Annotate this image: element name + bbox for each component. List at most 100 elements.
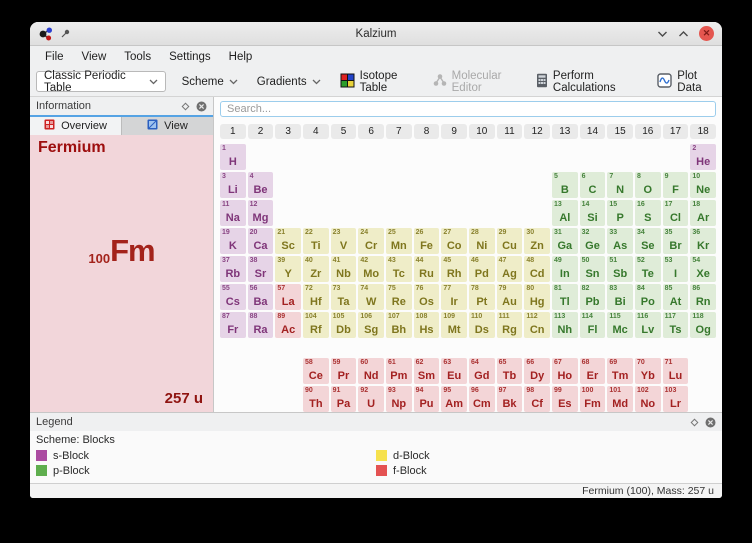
element-No[interactable]: 102No [635,386,661,412]
element-Ne[interactable]: 10Ne [690,172,716,198]
element-Ba[interactable]: 56Ba [248,284,274,310]
element-Al[interactable]: 13Al [552,200,578,226]
element-H[interactable]: 1H [220,144,246,170]
element-Cf[interactable]: 98Cf [524,386,550,412]
element-Hf[interactable]: 72Hf [303,284,329,310]
element-Ga[interactable]: 31Ga [552,228,578,254]
element-Cn[interactable]: 112Cn [524,312,550,338]
element-Rg[interactable]: 111Rg [497,312,523,338]
element-Ac[interactable]: 89Ac [275,312,301,338]
menu-settings[interactable]: Settings [160,49,220,65]
element-He[interactable]: 2He [690,144,716,170]
element-Kr[interactable]: 36Kr [690,228,716,254]
element-Sc[interactable]: 21Sc [275,228,301,254]
menu-help[interactable]: Help [220,49,262,65]
element-Ag[interactable]: 47Ag [497,256,523,282]
element-Au[interactable]: 79Au [497,284,523,310]
element-Mc[interactable]: 115Mc [607,312,633,338]
element-Tb[interactable]: 65Tb [497,358,523,384]
element-Cs[interactable]: 55Cs [220,284,246,310]
element-Ho[interactable]: 67Ho [552,358,578,384]
element-Lr[interactable]: 103Lr [663,386,689,412]
element-Ru[interactable]: 44Ru [414,256,440,282]
element-B[interactable]: 5B [552,172,578,198]
element-Ce[interactable]: 58Ce [303,358,329,384]
element-Am[interactable]: 95Am [441,386,467,412]
element-Nh[interactable]: 113Nh [552,312,578,338]
element-Md[interactable]: 101Md [607,386,633,412]
element-S[interactable]: 16S [635,200,661,226]
element-Pm[interactable]: 61Pm [386,358,412,384]
element-Ge[interactable]: 32Ge [580,228,606,254]
table-type-select[interactable]: Classic Periodic Table [36,71,166,92]
element-Fl[interactable]: 114Fl [580,312,606,338]
element-Pd[interactable]: 46Pd [469,256,495,282]
element-In[interactable]: 49In [552,256,578,282]
pin-icon[interactable] [60,28,71,39]
element-Sg[interactable]: 106Sg [358,312,384,338]
float-panel-icon[interactable] [690,418,699,427]
scheme-dropdown[interactable]: Scheme [179,74,241,90]
element-Rn[interactable]: 86Rn [690,284,716,310]
element-Na[interactable]: 11Na [220,200,246,226]
element-Cl[interactable]: 17Cl [663,200,689,226]
element-Rh[interactable]: 45Rh [441,256,467,282]
element-Lv[interactable]: 116Lv [635,312,661,338]
element-Be[interactable]: 4Be [248,172,274,198]
element-Zr[interactable]: 40Zr [303,256,329,282]
element-Hs[interactable]: 108Hs [414,312,440,338]
perform-calculations-button[interactable]: Perform Calculations [533,68,641,96]
close-panel-icon[interactable] [705,417,716,428]
element-C[interactable]: 6C [580,172,606,198]
element-Mn[interactable]: 25Mn [386,228,412,254]
element-K[interactable]: 19K [220,228,246,254]
element-F[interactable]: 9F [663,172,689,198]
element-Mo[interactable]: 42Mo [358,256,384,282]
element-Tl[interactable]: 81Tl [552,284,578,310]
maximize-icon[interactable] [678,30,689,38]
element-Es[interactable]: 99Es [552,386,578,412]
element-Sm[interactable]: 62Sm [414,358,440,384]
element-Pb[interactable]: 82Pb [580,284,606,310]
element-Rb[interactable]: 37Rb [220,256,246,282]
element-Pu[interactable]: 94Pu [414,386,440,412]
element-Pr[interactable]: 59Pr [331,358,357,384]
element-Ts[interactable]: 117Ts [663,312,689,338]
element-Te[interactable]: 52Te [635,256,661,282]
close-icon[interactable]: ✕ [699,26,714,41]
float-panel-icon[interactable] [181,102,190,111]
element-Sr[interactable]: 38Sr [248,256,274,282]
element-Db[interactable]: 105Db [331,312,357,338]
element-W[interactable]: 74W [358,284,384,310]
element-U[interactable]: 92U [358,386,384,412]
search-input[interactable] [220,101,716,117]
element-Ds[interactable]: 110Ds [469,312,495,338]
element-Ta[interactable]: 73Ta [331,284,357,310]
element-Zn[interactable]: 30Zn [524,228,550,254]
element-Eu[interactable]: 63Eu [441,358,467,384]
element-Ar[interactable]: 18Ar [690,200,716,226]
element-Sn[interactable]: 50Sn [580,256,606,282]
element-Co[interactable]: 27Co [441,228,467,254]
element-Br[interactable]: 35Br [663,228,689,254]
element-Er[interactable]: 68Er [580,358,606,384]
element-Cr[interactable]: 24Cr [358,228,384,254]
element-Hg[interactable]: 80Hg [524,284,550,310]
gradients-dropdown[interactable]: Gradients [254,74,324,90]
isotope-table-button[interactable]: Isotope Table [337,68,416,96]
element-Fm[interactable]: 100Fm [580,386,606,412]
element-At[interactable]: 85At [663,284,689,310]
element-Cm[interactable]: 96Cm [469,386,495,412]
element-V[interactable]: 23V [331,228,357,254]
element-Re[interactable]: 75Re [386,284,412,310]
close-panel-icon[interactable] [196,101,207,112]
element-Pt[interactable]: 78Pt [469,284,495,310]
element-Nd[interactable]: 60Nd [358,358,384,384]
element-Se[interactable]: 34Se [635,228,661,254]
element-Pa[interactable]: 91Pa [331,386,357,412]
element-Yb[interactable]: 70Yb [635,358,661,384]
element-Si[interactable]: 14Si [580,200,606,226]
shade-icon[interactable] [657,30,668,38]
element-Ni[interactable]: 28Ni [469,228,495,254]
element-Mt[interactable]: 109Mt [441,312,467,338]
